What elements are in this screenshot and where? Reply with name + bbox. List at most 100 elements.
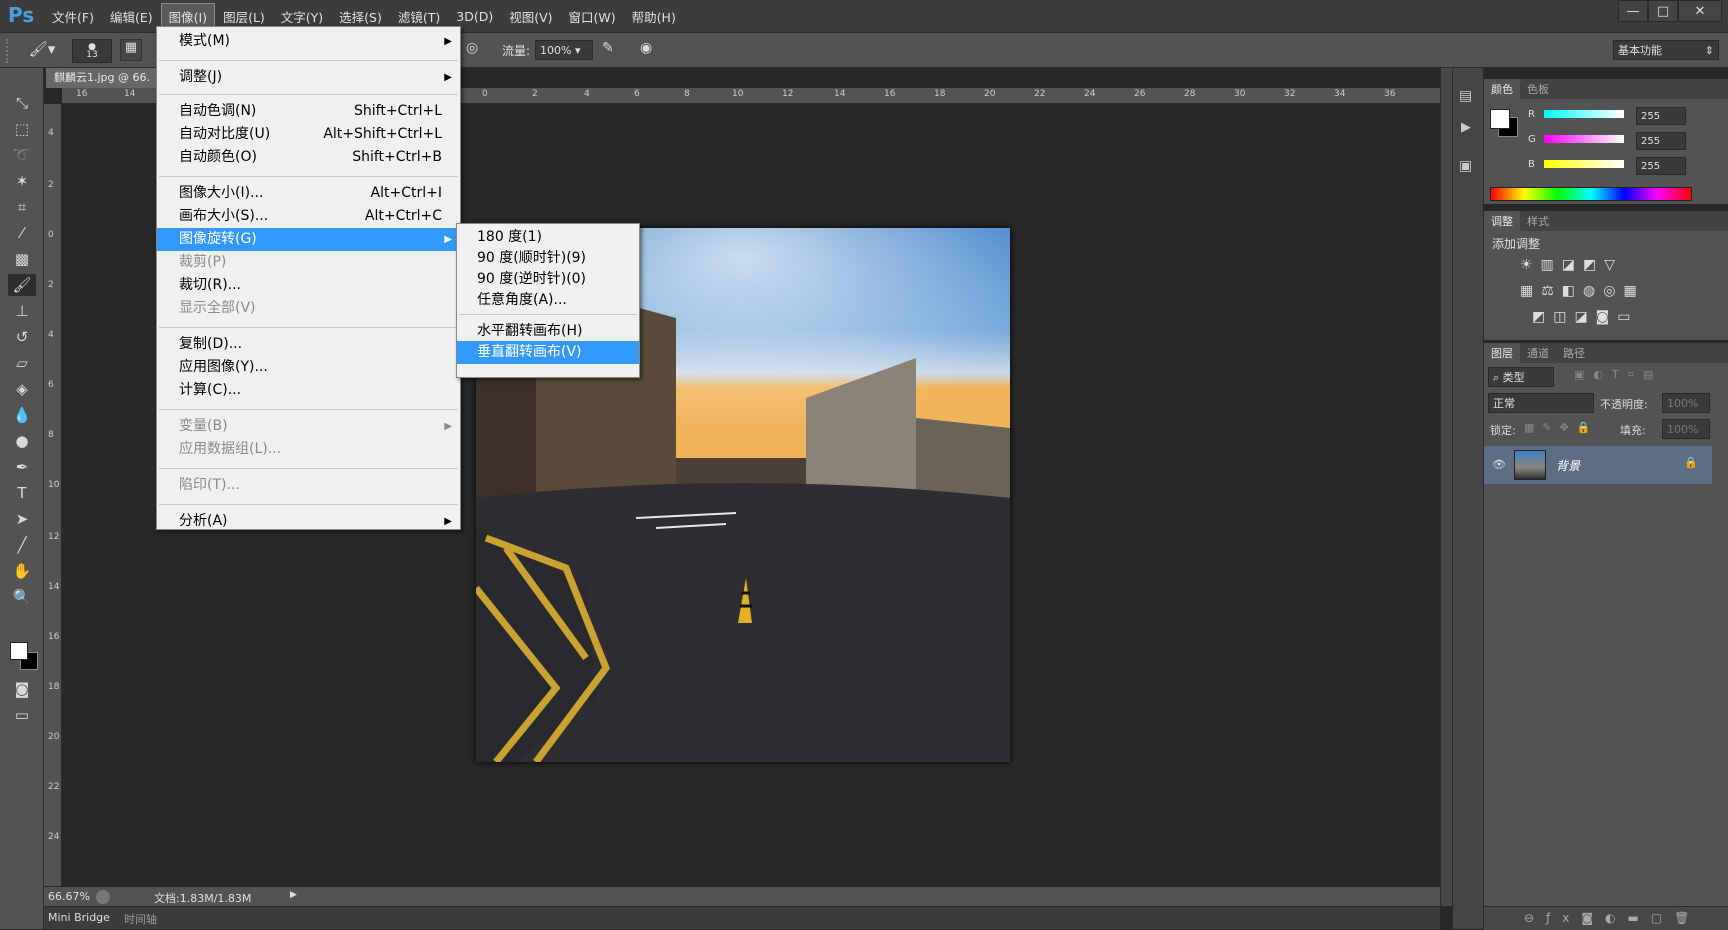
rotate-menu-item[interactable]: 90 度(逆时针)(0) [457, 268, 639, 291]
vertical-ruler: 4 2 0 2 4 6 8 10 12 14 16 18 20 22 24 [44, 104, 62, 886]
image-menu-item[interactable]: 图像大小(I)... Alt+Ctrl+I [157, 182, 460, 205]
image-menu-item[interactable]: 分析(A) ▶ [157, 510, 460, 533]
image-menu-item[interactable]: 调整(J) ▶ [157, 66, 460, 89]
pressure-opacity-icon[interactable]: ◎ [466, 40, 488, 62]
layer-visibility-eye-icon[interactable]: 👁 [1492, 458, 1506, 471]
menu-3d[interactable]: 3D(D) [448, 5, 501, 28]
history-brush-icon[interactable]: ↺ [8, 326, 36, 348]
vertical-scrollbar[interactable] [1440, 68, 1452, 906]
image-menu-item[interactable]: 自动对比度(U) Alt+Shift+Ctrl+L [157, 123, 460, 146]
g-value[interactable]: 255 [1636, 132, 1686, 150]
quick-mask-icon[interactable]: ◙ [8, 678, 36, 700]
status-menu-arrow-icon[interactable]: ▶ [290, 890, 297, 900]
b-value[interactable]: 255 [1636, 157, 1686, 175]
crop-tool-icon[interactable]: ⌗ [8, 196, 36, 218]
history-panel-icon[interactable]: ▤ [1459, 88, 1472, 104]
tab-paths[interactable]: 路径 [1556, 343, 1592, 363]
status-info-icon[interactable] [96, 890, 110, 904]
magic-wand-icon[interactable]: ✶ [8, 170, 36, 192]
image-rotation-submenu: 180 度(1) 90 度(顺时针)(9) 90 度(逆时针)(0) 任意角度(A).… [456, 223, 640, 378]
adjustment-row-2-icons[interactable]: ▦⚖◧◍◎▦ [1520, 283, 1645, 299]
screen-mode-icon[interactable]: ▭ [8, 704, 36, 726]
image-menu-item[interactable]: 裁切(R)... [157, 274, 460, 297]
document-tab[interactable]: 麒麟云1.jpg @ 66. [46, 68, 156, 88]
menu-edit[interactable]: 编辑(E) [102, 3, 161, 30]
blend-mode-select[interactable]: 正常 [1488, 393, 1594, 413]
rotate-menu-item[interactable]: 90 度(顺时针)(9) [457, 247, 639, 270]
rotate-menu-item[interactable]: 180 度(1) [457, 226, 639, 249]
eyedropper-tool-icon[interactable]: ⁄ [8, 222, 36, 244]
type-tool-icon[interactable]: T [8, 482, 36, 504]
tab-channels[interactable]: 通道 [1520, 343, 1556, 363]
rotate-menu-item[interactable]: 任意角度(A)... [457, 289, 639, 312]
brush-preset-icon[interactable]: 🖌▾ [24, 40, 60, 62]
tab-layers[interactable]: 图层 [1484, 343, 1520, 363]
brush-size-picker[interactable]: ● 13 [72, 39, 112, 63]
move-tool-icon[interactable]: ⤡ [8, 92, 36, 114]
image-menu-item[interactable]: 复制(D)... [157, 333, 460, 356]
maximize-button[interactable]: □ [1648, 0, 1678, 22]
r-value[interactable]: 255 [1636, 107, 1686, 125]
tab-styles[interactable]: 样式 [1520, 211, 1556, 231]
airbrush-icon[interactable]: ✎ [602, 40, 624, 62]
layer-filter-icons[interactable]: ▣◐T⌗▤ [1574, 368, 1662, 382]
brush-panel-icon[interactable]: ▦ [120, 39, 142, 61]
minimize-button[interactable]: — [1618, 0, 1648, 22]
layer-filter-select[interactable]: ⌕ 类型 [1488, 367, 1554, 387]
tab-color[interactable]: 颜色 [1484, 79, 1520, 99]
zoom-tool-icon[interactable]: 🔍 [8, 586, 36, 608]
menu-help[interactable]: 帮助(H) [624, 3, 684, 30]
eraser-tool-icon[interactable]: ▱ [8, 352, 36, 374]
adjustment-row-1-icons[interactable]: ☀▥◪◩▽ [1520, 257, 1623, 273]
tab-adjustments[interactable]: 调整 [1484, 211, 1520, 231]
foreground-color-swatch[interactable] [10, 642, 28, 660]
r-slider[interactable] [1544, 110, 1624, 118]
hand-tool-icon[interactable]: ✋ [8, 560, 36, 582]
blur-tool-icon[interactable]: 💧 [8, 404, 36, 426]
tab-swatches[interactable]: 色板 [1520, 79, 1556, 99]
image-menu-item[interactable]: 图像旋转(G) ▶ [157, 228, 460, 251]
line-tool-icon[interactable]: ╱ [8, 534, 36, 556]
path-selection-icon[interactable]: ➤ [8, 508, 36, 530]
layer-name[interactable]: 背景 [1556, 457, 1580, 474]
color-foreground-swatch[interactable] [1490, 109, 1510, 129]
marquee-tool-icon[interactable]: ⬚ [8, 118, 36, 140]
actions-panel-icon[interactable]: ▶ [1461, 120, 1471, 135]
fill-input[interactable]: 100% [1662, 419, 1710, 439]
menu-view[interactable]: 视图(V) [501, 3, 560, 30]
layer-row-background[interactable]: 👁 背景 🔒 [1484, 446, 1712, 484]
layers-footer-icons[interactable]: ⊖ƒx◙◐▬▢🗑 [1484, 906, 1728, 930]
image-menu-item[interactable]: 自动色调(N) Shift+Ctrl+L [157, 100, 460, 123]
rotate-menu-item[interactable]: 垂直翻转画布(V) [457, 341, 639, 364]
g-slider[interactable] [1544, 135, 1624, 143]
pen-tool-icon[interactable]: ✒ [8, 456, 36, 478]
flow-input[interactable]: 100% ▾ [535, 40, 593, 60]
properties-panel-icon[interactable]: ▣ [1459, 158, 1472, 174]
image-menu-item[interactable]: 应用图像(Y)... [157, 356, 460, 379]
zoom-level[interactable]: 66.67% [48, 890, 90, 903]
stamp-tool-icon[interactable]: ⊥ [8, 300, 36, 322]
image-menu-item[interactable]: 模式(M) ▶ [157, 30, 460, 53]
tab-timeline[interactable]: 时间轴 [124, 911, 157, 927]
workspace-switcher[interactable]: 基本功能 ⇕ [1613, 40, 1719, 60]
opacity-input[interactable]: 100% [1662, 393, 1710, 413]
menu-file[interactable]: 文件(F) [44, 3, 102, 30]
image-menu-item[interactable]: 画布大小(S)... Alt+Ctrl+C [157, 205, 460, 228]
b-slider[interactable] [1544, 160, 1624, 168]
image-menu-item[interactable]: 计算(C)... [157, 379, 460, 402]
color-spectrum-bar[interactable] [1490, 187, 1692, 201]
pressure-size-icon[interactable]: ◉ [640, 40, 662, 62]
lock-icons[interactable]: ▦✎✥🔒 [1524, 421, 1599, 434]
close-button[interactable]: ✕ [1678, 0, 1722, 22]
ruler-v-label: 4 [48, 128, 54, 138]
dodge-tool-icon[interactable]: ● [8, 430, 36, 452]
rotate-menu-item[interactable]: 水平翻转画布(H) [457, 320, 639, 343]
healing-brush-icon[interactable]: ▩ [8, 248, 36, 270]
brush-tool-icon[interactable]: 🖌 [8, 274, 36, 296]
image-menu-item[interactable]: 自动颜色(O) Shift+Ctrl+B [157, 146, 460, 169]
adjustment-row-3-icons[interactable]: ◩◫◪◙▭ [1532, 309, 1639, 325]
tab-mini-bridge[interactable]: Mini Bridge [48, 911, 110, 924]
paint-bucket-icon[interactable]: ◈ [8, 378, 36, 400]
menu-window[interactable]: 窗口(W) [561, 3, 624, 30]
lasso-tool-icon[interactable]: ➰ [8, 144, 36, 166]
